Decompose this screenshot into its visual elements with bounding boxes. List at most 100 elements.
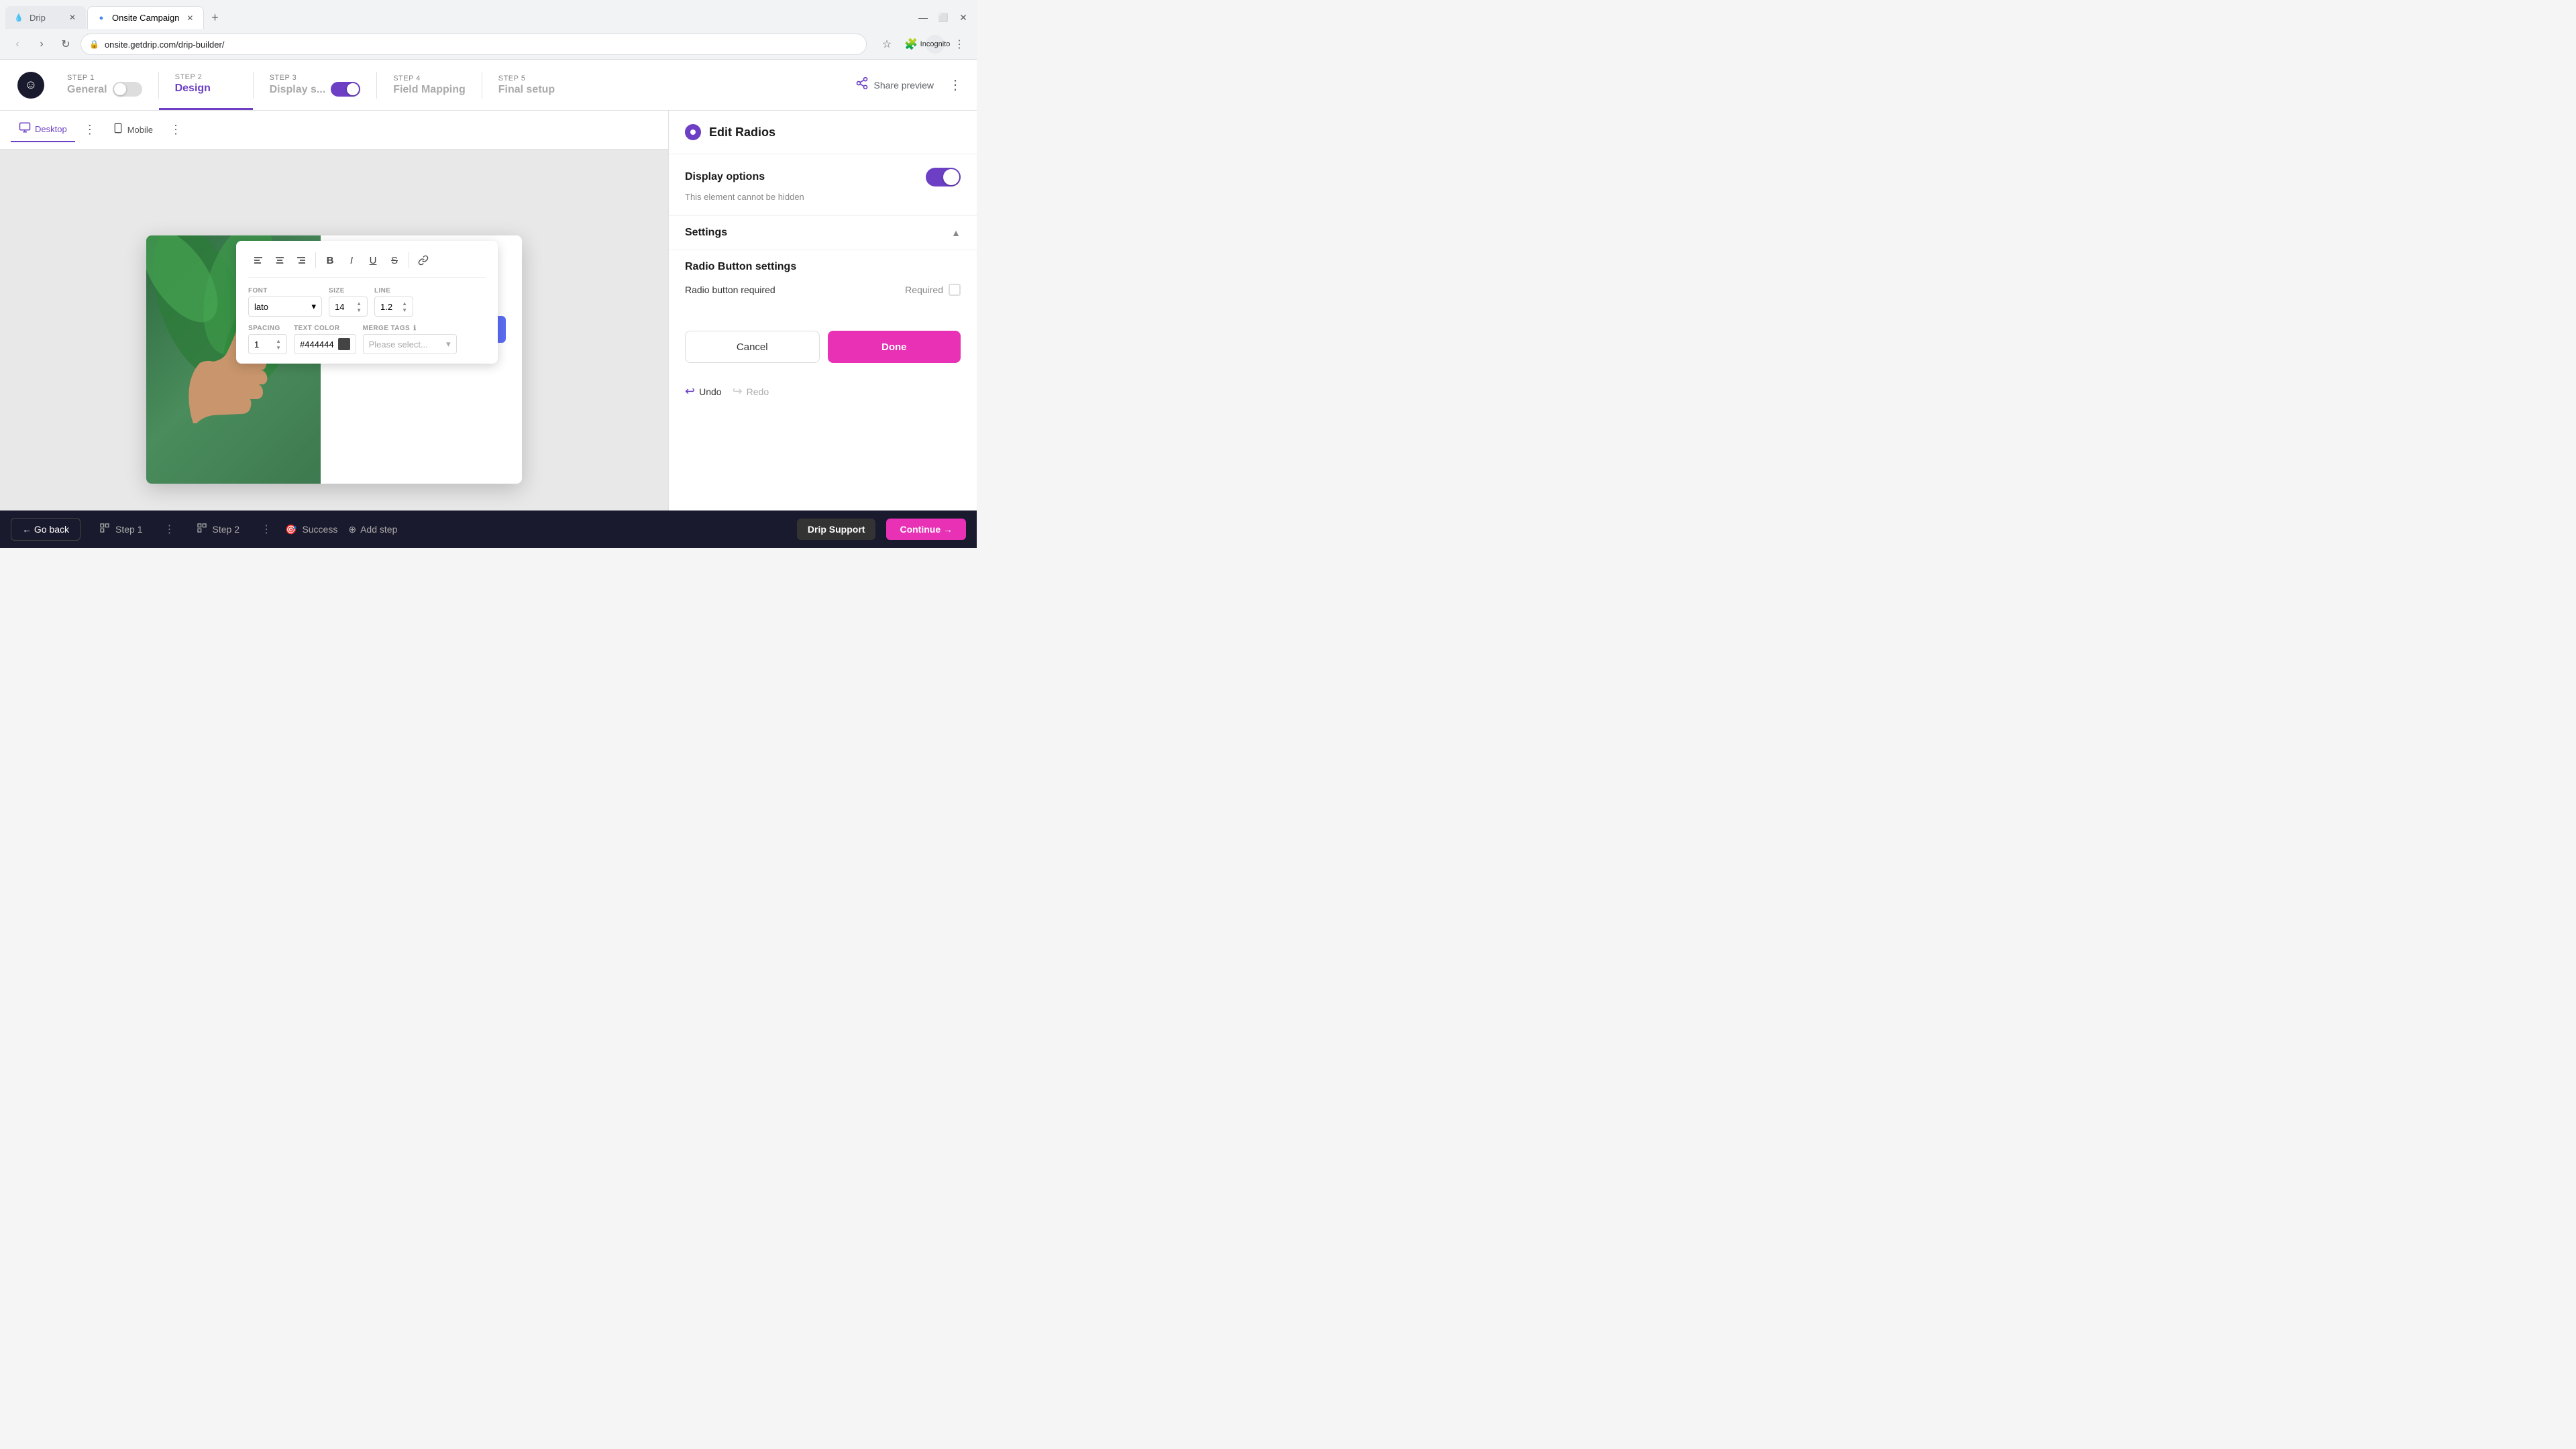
address-bar: ‹ › ↻ 🔒 onsite.getdrip.com/drip-builder/…	[0, 30, 977, 59]
size-label: Size	[329, 287, 368, 294]
step1-toggle[interactable]	[113, 82, 142, 97]
profile-button[interactable]: Incognito	[926, 35, 945, 54]
reload-button[interactable]: ↻	[56, 35, 75, 54]
bottom-step1[interactable]: Step 1	[91, 519, 150, 541]
step1-name: General	[67, 84, 107, 96]
back-button[interactable]: ‹	[8, 35, 27, 54]
underline-button[interactable]: U	[363, 250, 383, 270]
step1-more-button[interactable]: ⋮	[162, 521, 178, 537]
tab-favicon-drip: 💧	[13, 12, 24, 23]
edit-radios-icon	[685, 124, 701, 140]
line-group: Line 1.2 ▲ ▼	[374, 287, 413, 317]
desktop-more-button[interactable]: ⋮	[80, 121, 99, 140]
header-more-button[interactable]: ⋮	[945, 74, 966, 96]
display-toggle-knob	[943, 169, 959, 185]
size-down-button[interactable]: ▼	[356, 307, 362, 313]
step-final-setup[interactable]: STEP 5 Final setup	[482, 60, 576, 110]
tab-mobile[interactable]: Mobile	[105, 118, 161, 142]
mobile-more-button[interactable]: ⋮	[166, 121, 185, 140]
merge-tags-group: Merge Tags ℹ Please select... ▾	[363, 325, 457, 354]
align-left-button[interactable]	[248, 250, 268, 270]
color-group: Text Color #444444	[294, 325, 356, 354]
settings-header[interactable]: Settings ▲	[685, 227, 961, 239]
line-up-button[interactable]: ▲	[402, 300, 407, 307]
success-label: Success	[302, 524, 337, 535]
size-spinner: ▲ ▼	[356, 300, 362, 313]
color-control[interactable]: #444444	[294, 334, 356, 354]
display-options-header: Display options	[685, 168, 961, 186]
align-right-button[interactable]	[291, 250, 311, 270]
text-toolbar: B I U S Font lato ▾	[236, 241, 498, 364]
done-button[interactable]: Done	[828, 331, 961, 363]
tab-close-drip[interactable]: ✕	[67, 12, 78, 23]
step1-label: STEP 1	[67, 74, 142, 82]
size-group: Size 14 ▲ ▼	[329, 287, 368, 317]
bottom-step2-label: Step 2	[213, 524, 239, 535]
bottom-step2[interactable]: Step 2	[189, 519, 248, 541]
link-button[interactable]	[413, 250, 433, 270]
italic-button[interactable]: I	[341, 250, 362, 270]
continue-button[interactable]: Continue →	[886, 519, 966, 540]
forward-button[interactable]: ›	[32, 35, 51, 54]
share-icon	[855, 76, 869, 93]
main-content: Desktop ⋮ Mobile ⋮	[0, 111, 977, 511]
url-bar[interactable]: 🔒 onsite.getdrip.com/drip-builder/	[80, 34, 867, 55]
app-logo[interactable]: ☺	[17, 72, 44, 99]
go-back-button[interactable]: ← Go back	[11, 518, 80, 541]
lock-icon: 🔒	[89, 40, 99, 49]
menu-button[interactable]: ⋮	[950, 35, 969, 54]
line-down-button[interactable]: ▼	[402, 307, 407, 313]
maximize-button[interactable]: ⬜	[935, 9, 951, 25]
url-text: onsite.getdrip.com/drip-builder/	[105, 40, 224, 50]
drip-support-button[interactable]: Drip Support	[797, 519, 876, 540]
merge-select[interactable]: Please select... ▾	[363, 334, 457, 354]
success-icon: 🎯	[285, 524, 297, 535]
tab-desktop-label: Desktop	[35, 124, 67, 134]
step-display[interactable]: STEP 3 Display s...	[254, 60, 377, 110]
cancel-button[interactable]: Cancel	[685, 331, 820, 363]
tab-label-drip: Drip	[30, 13, 46, 23]
redo-icon: ↪	[733, 384, 743, 398]
step-field-mapping[interactable]: STEP 4 Field Mapping	[377, 60, 482, 110]
redo-button[interactable]: ↪ Redo	[733, 384, 769, 398]
tab-desktop[interactable]: Desktop	[11, 117, 75, 142]
spacing-control[interactable]: 1 ▲ ▼	[248, 334, 287, 354]
size-up-button[interactable]: ▲	[356, 300, 362, 307]
extensions-button[interactable]: 🧩	[902, 35, 920, 54]
canvas-background: B I U S Font lato ▾	[0, 150, 668, 511]
step3-toggle[interactable]	[331, 82, 360, 97]
undo-button[interactable]: ↩ Undo	[685, 384, 722, 398]
color-swatch	[338, 338, 350, 350]
spacing-up-button[interactable]: ▲	[276, 337, 281, 344]
share-preview-label: Share preview	[874, 80, 934, 91]
add-step-button[interactable]: ⊕ Add step	[348, 524, 397, 535]
size-control[interactable]: 14 ▲ ▼	[329, 297, 368, 317]
bookmark-button[interactable]: ☆	[877, 35, 896, 54]
tab-onsite[interactable]: ● Onsite Campaign ✕	[87, 6, 204, 29]
toolbar-align-row: B I U S	[248, 250, 486, 278]
font-select[interactable]: lato ▾	[248, 297, 322, 317]
tab-close-onsite[interactable]: ✕	[184, 13, 195, 23]
spacing-down-button[interactable]: ▼	[276, 344, 281, 351]
close-window-button[interactable]: ✕	[955, 9, 971, 25]
new-tab-button[interactable]: +	[205, 8, 224, 27]
font-label: Font	[248, 287, 322, 294]
step2-more-button[interactable]: ⋮	[258, 521, 274, 537]
bold-button[interactable]: B	[320, 250, 340, 270]
line-control[interactable]: 1.2 ▲ ▼	[374, 297, 413, 317]
minimize-button[interactable]: —	[915, 9, 931, 25]
tab-drip[interactable]: 💧 Drip ✕	[5, 6, 86, 29]
radio-dot	[690, 129, 696, 135]
display-toggle[interactable]	[926, 168, 961, 186]
step5-label: STEP 5	[498, 74, 560, 83]
required-checkbox[interactable]	[949, 284, 961, 296]
strikethrough-button[interactable]: S	[384, 250, 405, 270]
undo-label: Undo	[699, 386, 721, 397]
share-preview-button[interactable]: Share preview	[845, 71, 945, 99]
tab-bar: 💧 Drip ✕ ● Onsite Campaign ✕ + — ⬜ ✕	[0, 0, 977, 30]
step-design[interactable]: STEP 2 Design	[159, 60, 253, 110]
step-general[interactable]: STEP 1 General	[51, 60, 158, 110]
bottom-success[interactable]: 🎯 Success	[285, 524, 337, 535]
required-row: Radio button required Required	[685, 284, 961, 296]
align-center-button[interactable]	[270, 250, 290, 270]
